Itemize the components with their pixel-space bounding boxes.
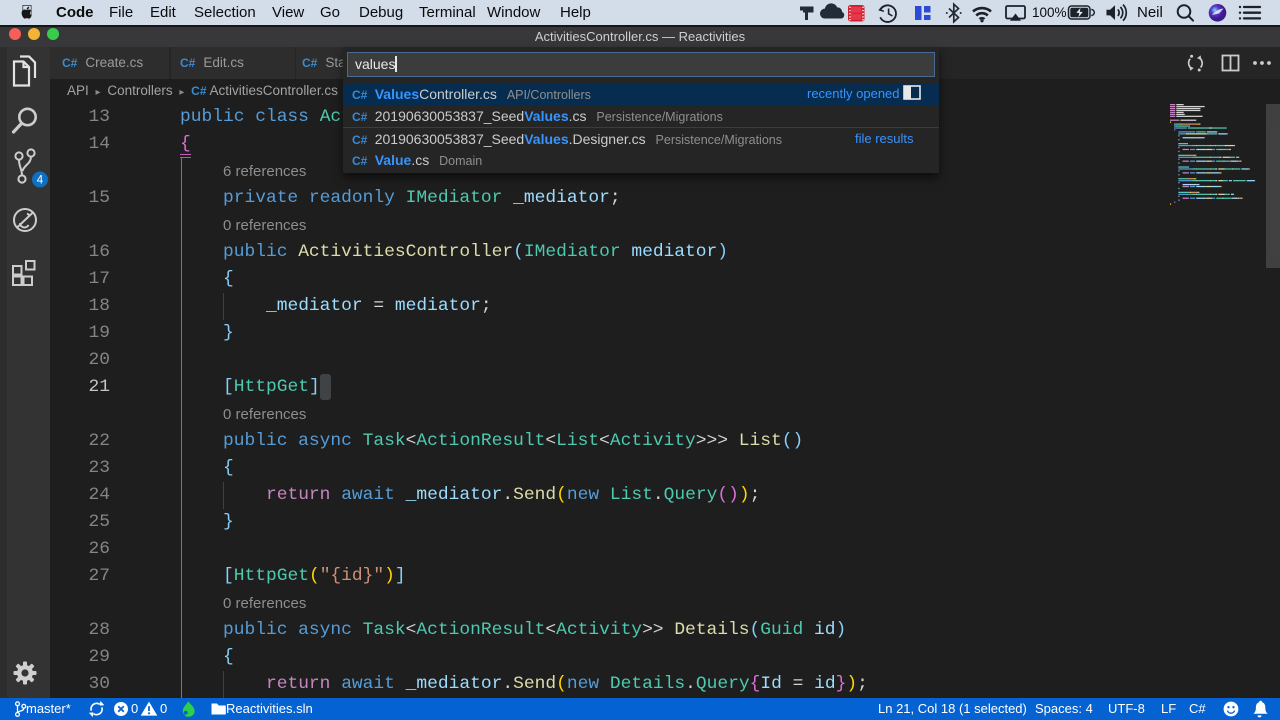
svg-text:4: 4 — [37, 175, 44, 187]
